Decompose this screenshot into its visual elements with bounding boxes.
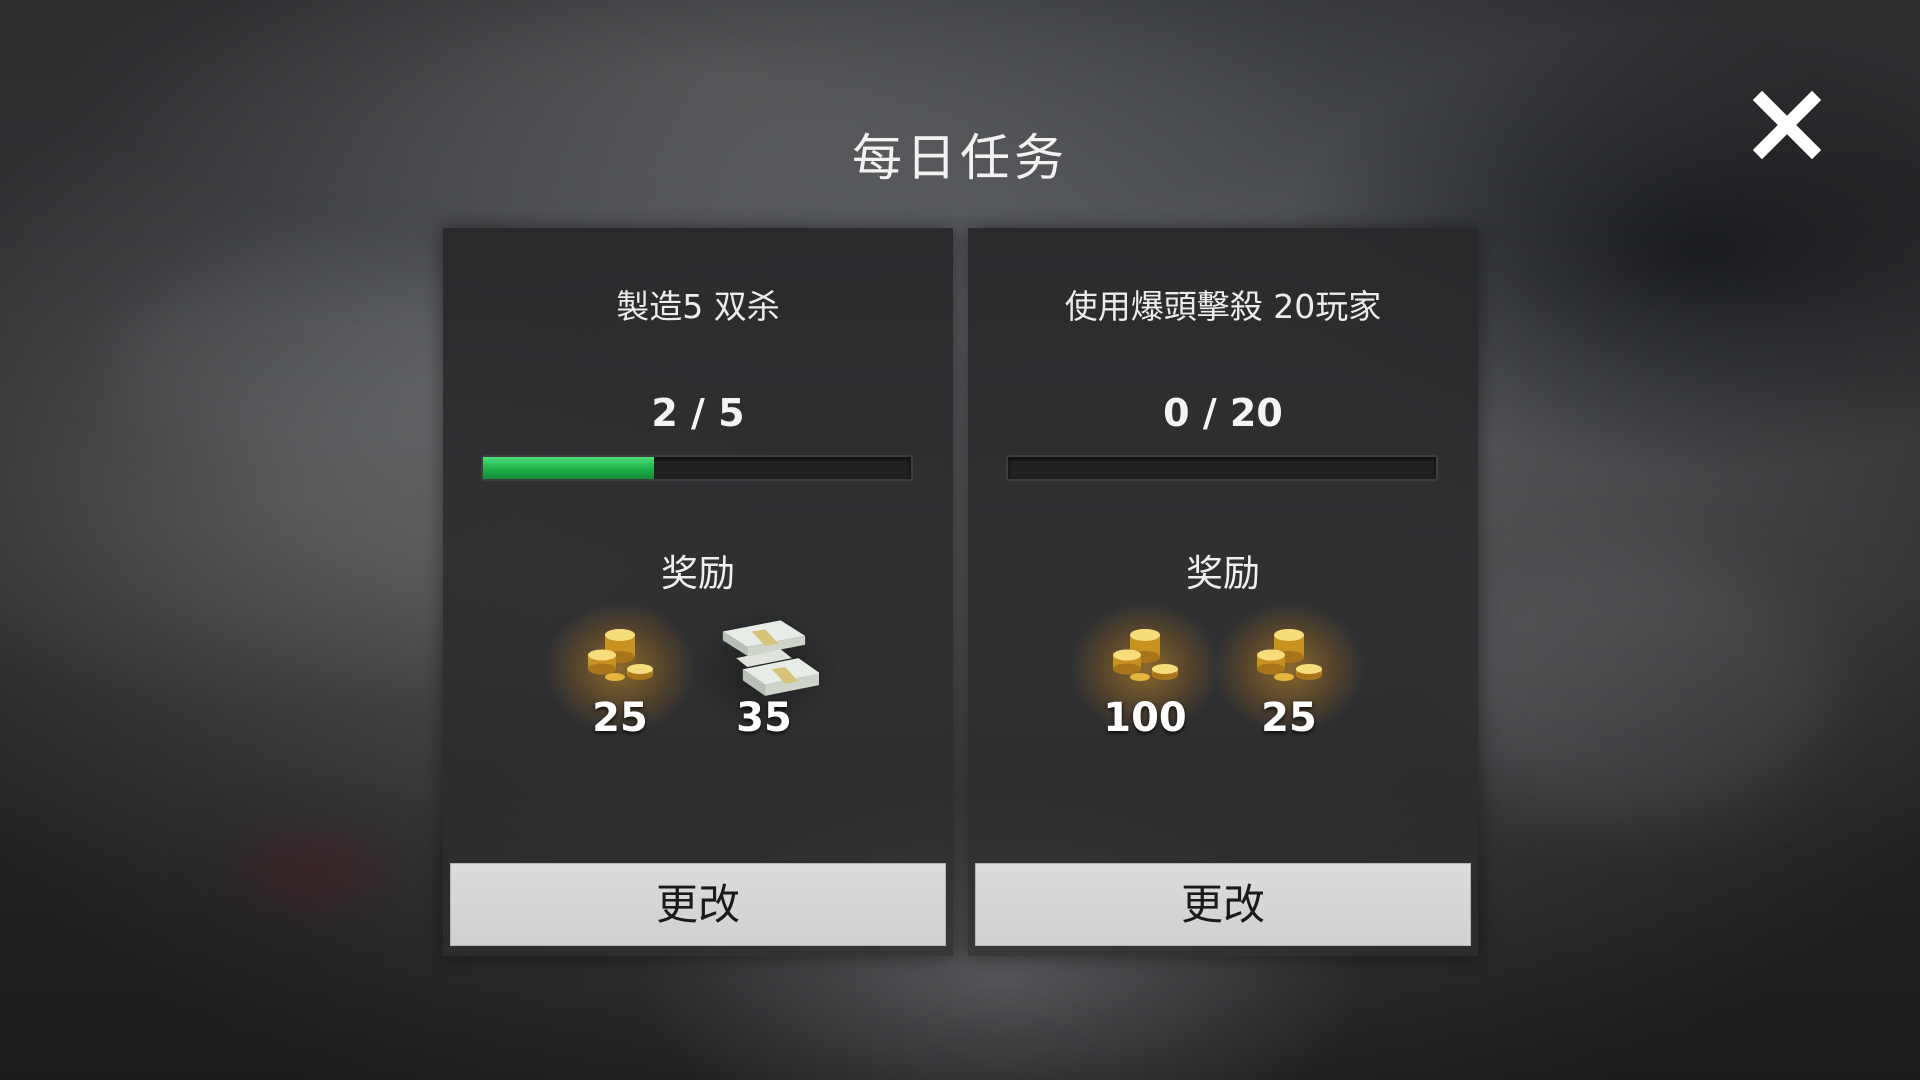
- mission-title: 使用爆頭擊殺 20玩家: [1064, 287, 1382, 326]
- background-haze: [1450, 560, 1830, 820]
- reward-label: 奖励: [1186, 552, 1260, 595]
- mission-card: 製造5 双杀 2 / 5 奖励 25 35 更改: [443, 228, 953, 956]
- reward-item: 25: [545, 603, 695, 753]
- reward-amount: 35: [736, 695, 792, 741]
- close-icon: [1752, 90, 1822, 160]
- gold-coins-icon: [1113, 629, 1178, 681]
- mission-card: 使用爆頭擊殺 20玩家 0 / 20 奖励 100 25 更改: [968, 228, 1478, 956]
- reward-item: 100: [1070, 603, 1220, 753]
- mission-title: 製造5 双杀: [616, 287, 780, 326]
- reward-amount: 25: [1261, 695, 1317, 741]
- dialog-title: 每日任务: [852, 129, 1068, 187]
- cash-stack-icon: [722, 620, 819, 696]
- change-mission-button[interactable]: 更改: [450, 863, 946, 946]
- background-haze: [230, 840, 390, 900]
- reward-amount: 100: [1103, 695, 1187, 741]
- reward-item: 35: [689, 603, 839, 753]
- game-screen: 每日任务 製造5 双杀 2 / 5 奖励 25 35 更改 使用爆頭擊殺 20玩…: [0, 0, 1920, 1080]
- reward-amount: 25: [592, 695, 648, 741]
- progress-bar: [1006, 455, 1438, 481]
- progress-count: 2 / 5: [651, 391, 745, 435]
- change-mission-button[interactable]: 更改: [975, 863, 1471, 946]
- reward-item: 25: [1214, 603, 1364, 753]
- reward-label: 奖励: [661, 552, 735, 595]
- gold-coins-icon: [1257, 629, 1322, 681]
- progress-bar-fill: [483, 457, 655, 479]
- mission-cards: 製造5 双杀 2 / 5 奖励 25 35 更改 使用爆頭擊殺 20玩家 0 /…: [443, 228, 1478, 956]
- gold-coins-icon: [588, 629, 653, 681]
- progress-count: 0 / 20: [1163, 391, 1283, 435]
- progress-bar: [481, 455, 913, 481]
- close-button[interactable]: [1752, 90, 1822, 160]
